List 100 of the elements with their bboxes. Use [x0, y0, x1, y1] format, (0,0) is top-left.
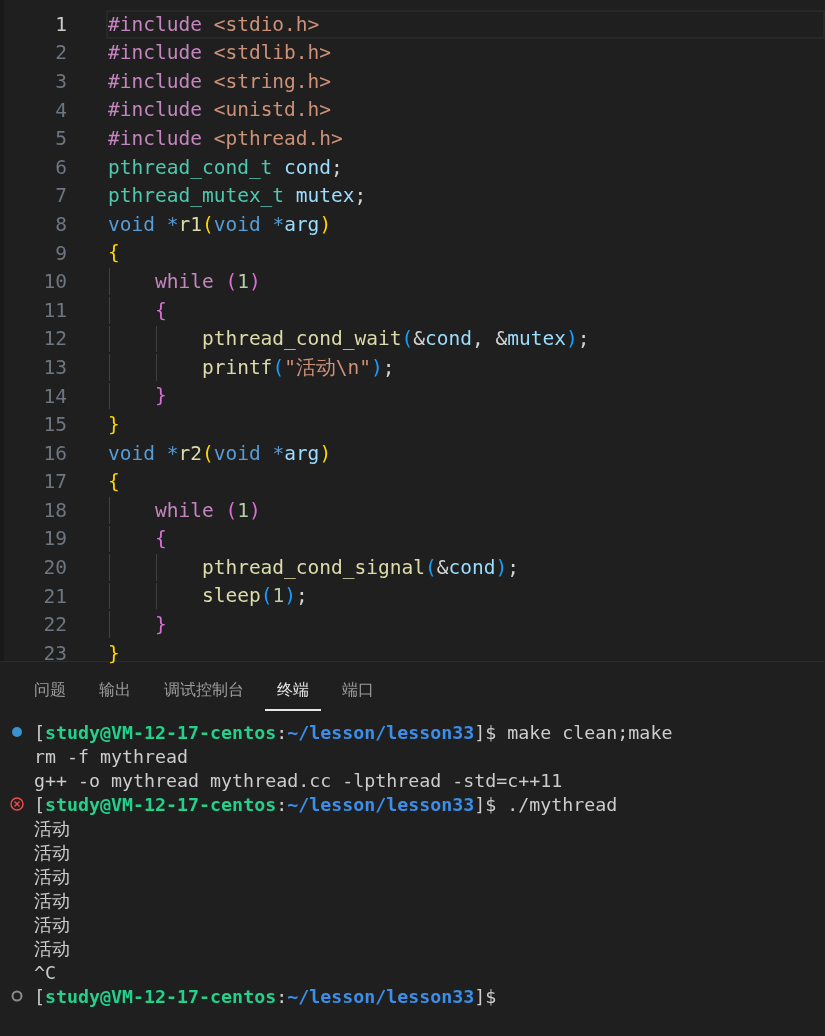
panel-tab[interactable]: 端口: [330, 673, 386, 711]
code-token: 1: [237, 498, 249, 523]
line-number: 11: [42, 298, 67, 322]
code-token: pthread_cond_t: [108, 155, 274, 179]
line-number: 17: [42, 470, 67, 494]
code-token: #include: [108, 69, 203, 94]
status-dot-icon[interactable]: [11, 726, 23, 738]
line-number: 10: [42, 270, 67, 294]
code-token: }: [108, 412, 120, 437]
panel-tab[interactable]: 输出: [87, 673, 143, 711]
code-token: sleep: [200, 584, 261, 608]
code-token: printf: [200, 355, 273, 380]
code-token: ;: [331, 155, 343, 179]
code-token: (: [225, 498, 238, 523]
code-token: #include: [108, 12, 203, 36]
code-token: {: [153, 527, 167, 551]
code-token: 1: [237, 269, 249, 294]
code-token: }: [153, 384, 167, 408]
code-token: <stdlib.h>: [213, 41, 332, 65]
terminal-text: ~/lesson/lesson33: [287, 985, 475, 1007]
code-token: void: [213, 212, 262, 237]
line-number: 19: [42, 527, 67, 551]
line-number: 22: [42, 613, 67, 637]
code-token: (: [272, 355, 285, 380]
code-token: *: [166, 212, 179, 237]
code-token: void: [108, 441, 156, 465]
code-token: &: [495, 327, 508, 351]
line-number: 1: [54, 12, 67, 36]
code-token: #include: [108, 41, 203, 65]
line-number: 23: [42, 641, 67, 665]
terminal-text: study@VM-12-17-centos: [45, 985, 277, 1007]
code-token: (: [201, 212, 214, 237]
code-token: ): [248, 269, 261, 294]
terminal-text: ^C: [34, 961, 56, 983]
code-token: &: [413, 327, 425, 351]
code-token: r2: [178, 441, 202, 465]
line-number: 15: [42, 413, 67, 437]
terminal-text: rm -f mythread: [34, 745, 189, 767]
code-token: pthread_cond_signal: [200, 555, 425, 580]
code-token: (: [225, 269, 238, 294]
error-circle-icon[interactable]: [10, 797, 24, 811]
line-number: 18: [42, 498, 67, 522]
code-token: ): [319, 212, 332, 237]
code-token: ): [565, 327, 578, 351]
terminal-text: ~/lesson/lesson33: [287, 721, 475, 743]
line-number: 6: [54, 155, 67, 179]
code-token: <pthread.h>: [213, 126, 343, 151]
terminal-text: 活动: [34, 864, 70, 889]
panel-tab[interactable]: 问题: [22, 673, 78, 711]
terminal-text: 活动: [34, 936, 70, 961]
code-token: {: [153, 298, 167, 322]
terminal-text: :: [276, 721, 288, 743]
line-number: 9: [54, 241, 67, 265]
code-token: pthread_mutex_t: [108, 184, 286, 208]
code-token: *: [166, 441, 179, 465]
code-token: #include: [108, 98, 203, 122]
code-token: mutex: [507, 327, 566, 351]
code-token: <stdio.h>: [213, 12, 320, 36]
terminal-text: [: [34, 985, 45, 1007]
hollow-circle-icon[interactable]: [11, 990, 23, 1002]
code-token: {: [108, 470, 120, 494]
code-token: (: [260, 584, 273, 608]
code-token: arg: [284, 212, 320, 237]
code-token: ): [495, 555, 508, 580]
code-token: ): [284, 584, 296, 608]
terminal-text: [: [34, 721, 45, 743]
line-number: 5: [54, 127, 67, 151]
terminal-text: g++ -o mythread mythread.cc -lpthread -std=c++11: [34, 769, 563, 791]
terminal-text: 活动: [34, 816, 70, 841]
terminal-text: :: [276, 985, 288, 1007]
code-token: while: [153, 269, 215, 294]
code-token: cond: [425, 327, 472, 351]
code-token: {: [108, 241, 120, 265]
panel-tab[interactable]: 终端: [265, 673, 321, 711]
code-token: #include: [108, 126, 203, 151]
code-token: }: [153, 613, 167, 637]
code-token: ;: [295, 584, 308, 608]
code-token: ;: [382, 355, 395, 380]
panel-tab[interactable]: 调试控制台: [152, 673, 256, 711]
code-token: (: [401, 327, 414, 351]
terminal-text: :: [276, 793, 288, 815]
code-token: *: [272, 212, 285, 237]
terminal-text: ~/lesson/lesson33: [287, 793, 475, 815]
line-number: 4: [54, 98, 67, 122]
code-token: ;: [577, 327, 590, 351]
terminal-text: study@VM-12-17-centos: [45, 793, 277, 815]
code-token: ,: [471, 327, 485, 351]
terminal-text: [: [34, 793, 45, 815]
code-token: *: [272, 441, 285, 465]
code-token: ): [371, 355, 383, 380]
line-number: 8: [54, 212, 67, 236]
line-number: 7: [54, 184, 67, 208]
code-token: while: [153, 498, 215, 523]
code-token: &: [436, 555, 449, 580]
code-token: ;: [354, 184, 367, 208]
terminal-text: 活动: [34, 888, 70, 913]
code-token: cond: [284, 155, 332, 179]
terminal-text: ]$ ./mythread: [474, 793, 618, 815]
code-token: ): [248, 498, 261, 523]
line-number: 21: [42, 584, 67, 608]
